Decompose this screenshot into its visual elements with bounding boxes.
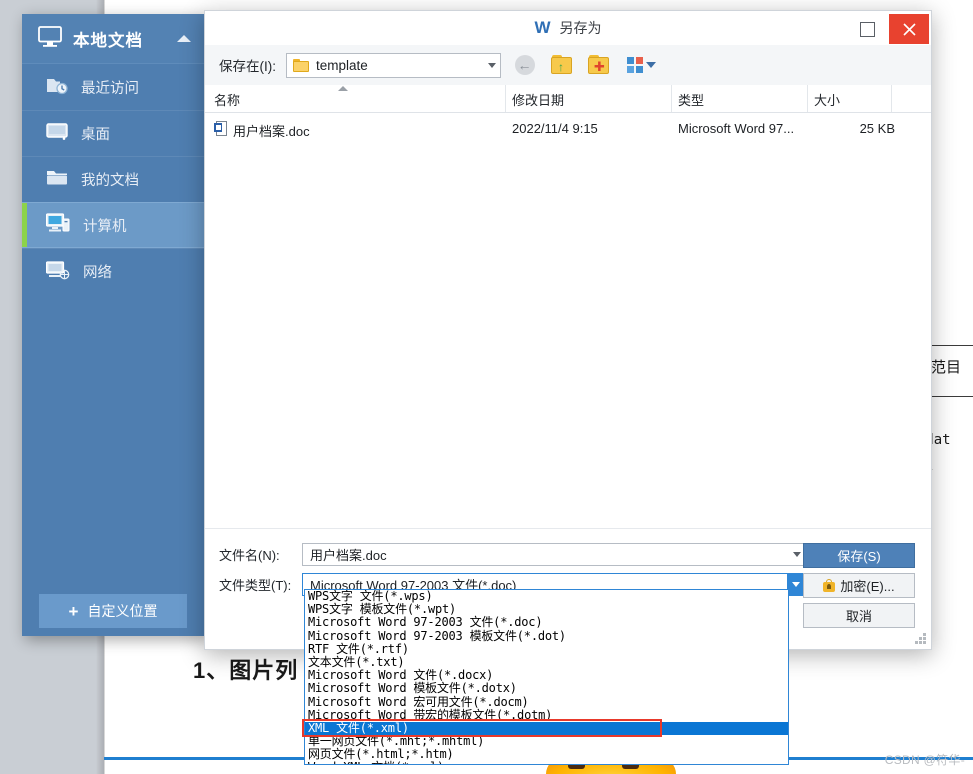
sidebar-item-label: 最近访问 — [81, 80, 139, 97]
sidebar-item-label: 网络 — [83, 265, 112, 281]
sidebar-item-label: 计算机 — [83, 218, 127, 235]
file-list[interactable]: 名称 修改日期 类型 大小 用户档案.doc 2022/11/4 9:15 Mi… — [205, 85, 931, 529]
up-one-level-icon: ↑ — [551, 54, 572, 74]
sidebar-item-label: 我的文档 — [81, 173, 139, 189]
column-divider[interactable] — [807, 85, 808, 112]
dialog-titlebar[interactable]: W 另存为 — [205, 11, 931, 45]
table-row[interactable]: 用户档案.doc 2022/11/4 9:15 Microsoft Word 9… — [205, 118, 931, 142]
filename-row: 文件名(N): 用户档案.doc — [219, 543, 806, 566]
filetype-label: 文件类型(T): — [219, 578, 292, 593]
sidebar-item-label: 桌面 — [81, 127, 110, 143]
sidebar-item-mydocuments[interactable]: 我的文档 — [22, 156, 204, 202]
views-button[interactable] — [622, 52, 660, 79]
places-panel-title: 本地文档 — [73, 31, 143, 50]
encrypt-button[interactable]: 加密(E)... — [803, 573, 915, 598]
folder-icon — [46, 168, 68, 191]
column-divider[interactable] — [671, 85, 672, 112]
file-name: 用户档案.doc — [233, 124, 310, 139]
filename-value: 用户档案.doc — [310, 548, 387, 563]
dialog-toolbar: 保存在(I): template ← ↑ ✚ — [205, 45, 931, 86]
custom-location-label: 自定义位置 — [87, 603, 158, 619]
network-icon — [45, 260, 70, 284]
caret-up-icon[interactable] — [177, 35, 191, 42]
sidebar-item-network[interactable]: 网络 — [22, 248, 204, 294]
lock-icon — [823, 579, 836, 592]
custom-location-button[interactable]: + 自定义位置 — [39, 594, 187, 628]
plus-icon: + — [68, 601, 79, 621]
wps-writer-logo: W — [534, 18, 551, 37]
dialog-title: 另存为 — [559, 20, 602, 36]
filetype-option[interactable]: Microsoft Word 宏可用文件(*.docm) — [305, 695, 788, 709]
new-folder-icon: ✚ — [588, 54, 609, 74]
close-icon[interactable] — [889, 14, 929, 44]
sidebar-item-computer[interactable]: 计算机 — [22, 202, 204, 248]
word-doc-icon — [214, 121, 228, 137]
column-header-modified[interactable]: 修改日期 — [512, 90, 564, 109]
dialog-title-group: W 另存为 — [205, 11, 931, 45]
column-divider[interactable] — [505, 85, 506, 112]
new-folder-button[interactable]: ✚ — [585, 52, 612, 79]
recent-folder-icon — [46, 76, 68, 99]
up-one-level-button[interactable]: ↑ — [548, 52, 575, 79]
filename-input[interactable]: 用户档案.doc — [302, 543, 806, 566]
encrypt-button-label: 加密(E)... — [840, 579, 895, 594]
csdn-watermark: CSDN @符华- — [884, 753, 965, 767]
desktop-icon — [46, 122, 68, 145]
back-arrow-icon: ← — [514, 55, 535, 75]
chevron-down-icon[interactable] — [488, 62, 496, 68]
save-in-label: 保存在(I): — [219, 59, 276, 74]
sort-ascending-icon — [338, 86, 348, 91]
file-size: 25 KB — [859, 121, 895, 136]
filetype-dropdown-button[interactable] — [787, 574, 804, 595]
xml-option-highlight-box — [302, 719, 662, 737]
filetype-dropdown-list[interactable]: WPS文字 文件(*.wps) WPS文字 模板文件(*.wpt) Microsof… — [304, 589, 789, 765]
custom-location-wrapper: + 自定义位置 — [22, 594, 204, 628]
chevron-down-icon[interactable] — [793, 552, 801, 557]
folder-icon — [293, 58, 309, 72]
current-folder-label: template — [316, 57, 368, 73]
column-header-size[interactable]: 大小 — [814, 90, 840, 109]
filetype-option[interactable]: RTF 文件(*.rtf) — [305, 642, 788, 656]
back-button[interactable]: ← — [511, 52, 538, 79]
file-list-header: 名称 修改日期 类型 大小 — [205, 85, 931, 113]
file-modified: 2022/11/4 9:15 — [512, 121, 598, 136]
computer-icon — [45, 213, 70, 237]
save-as-dialog: W 另存为 保存在(I): template ← ↑ ✚ 名称 修改日期 类型 … — [204, 10, 932, 650]
column-header-name[interactable]: 名称 — [214, 90, 240, 109]
views-icon — [626, 57, 643, 73]
resize-grip-icon[interactable] — [915, 633, 926, 644]
local-documents-panel: 本地文档 最近访问 桌面 我的文档 计算机 网络 + 自定义位置 — [22, 14, 204, 636]
save-button-label: 保存(S) — [837, 549, 881, 564]
filetype-option[interactable]: Microsoft Word 97-2003 模板文件(*.dot) — [305, 629, 788, 643]
filetype-option[interactable]: Microsoft Word 模板文件(*.dotx) — [305, 682, 788, 695]
caret-down-icon[interactable] — [645, 62, 656, 68]
save-button[interactable]: 保存(S) — [803, 543, 915, 568]
filetype-option[interactable]: Microsoft Word 97-2003 文件(*.doc) — [305, 616, 788, 629]
monitor-icon — [38, 25, 62, 52]
cancel-button[interactable]: 取消 — [803, 603, 915, 628]
background-heading: 1、图片列 — [193, 658, 299, 683]
filename-label: 文件名(N): — [219, 548, 280, 563]
column-header-type[interactable]: 类型 — [678, 90, 704, 109]
cancel-button-label: 取消 — [845, 609, 872, 624]
sidebar-item-desktop[interactable]: 桌面 — [22, 110, 204, 156]
column-divider[interactable] — [891, 85, 892, 112]
restore-icon[interactable] — [847, 14, 887, 44]
sidebar-item-recent[interactable]: 最近访问 — [22, 64, 204, 110]
folder-path-combobox[interactable]: template — [286, 52, 501, 78]
places-panel-header[interactable]: 本地文档 — [22, 14, 204, 64]
filetype-option[interactable]: Word XML 文档(*.xml) — [305, 761, 788, 764]
